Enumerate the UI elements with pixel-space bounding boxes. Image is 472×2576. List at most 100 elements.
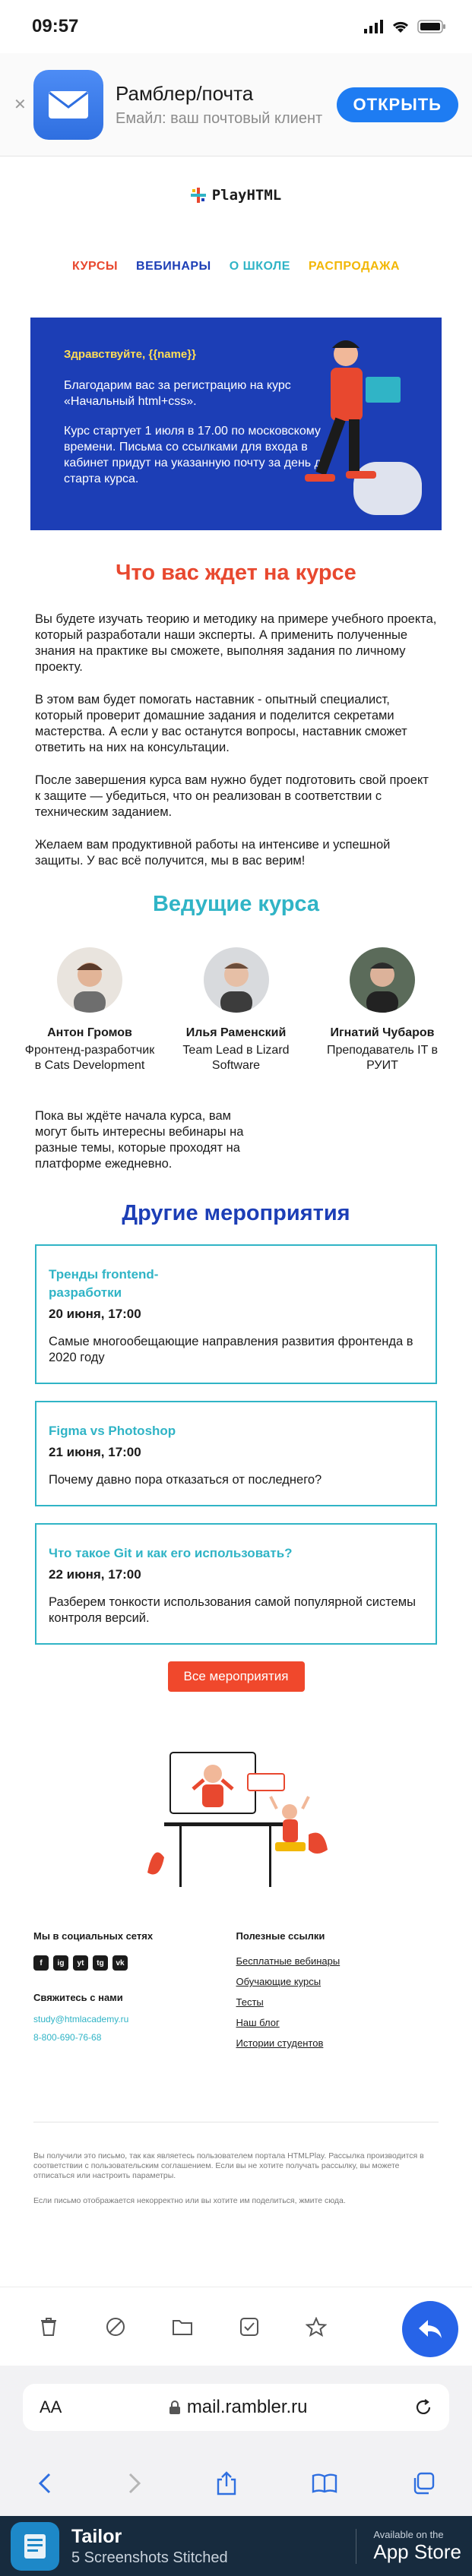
- top-nav: КУРСЫ ВЕБИНАРЫ О ШКОЛЕ РАСПРОДАЖА: [0, 260, 472, 273]
- speaker-role: Фронтенд-разработчик в Cats Development: [24, 1044, 155, 1072]
- event-tag[interactable]: Тренды frontend-разработки: [49, 1266, 216, 1302]
- footer-link[interactable]: Тесты: [236, 1996, 439, 2008]
- speaker-role: Преподаватель IT в РУИТ: [326, 1044, 439, 1072]
- tailor-text: Tailor 5 Screenshots Stitched: [71, 2526, 228, 2567]
- reload-icon[interactable]: [414, 2398, 432, 2416]
- event-card[interactable]: Что такое Git и как его использовать? 22…: [35, 1523, 437, 1645]
- tabs-icon[interactable]: [412, 2472, 435, 2495]
- lock-icon: [169, 2401, 180, 2414]
- open-app-button[interactable]: ОТКРЫТЬ: [336, 87, 458, 122]
- expect-paragraph: После завершения курса вам нужно будет п…: [35, 773, 429, 819]
- avatar: [57, 947, 122, 1013]
- tailor-subtitle: 5 Screenshots Stitched: [71, 2549, 228, 2566]
- status-bar: 09:57: [0, 0, 472, 53]
- speaker-name: Илья Раменский: [185, 1026, 287, 1039]
- hero-banner: Здравствуйте, {{name}} Благодарим вас за…: [30, 318, 442, 530]
- browser-toolbar: [0, 2451, 472, 2516]
- star-icon[interactable]: [283, 2316, 350, 2337]
- event-date: 20 июня, 17:00: [49, 1307, 141, 1321]
- battery-icon: [417, 20, 445, 33]
- tailor-title: Tailor: [71, 2525, 122, 2547]
- wifi-icon: [392, 21, 409, 33]
- footer-link[interactable]: Истории студентов: [236, 2037, 439, 2049]
- forward-icon[interactable]: [127, 2473, 142, 2494]
- app-store-available: Available on the: [373, 2528, 444, 2540]
- vk-icon[interactable]: vk: [112, 1955, 128, 1971]
- footer: Мы в социальных сетях f ig yt tg vk Свяж…: [0, 1930, 472, 2058]
- reply-button[interactable]: [402, 2301, 458, 2357]
- all-events-button[interactable]: Все мероприятия: [167, 1661, 305, 1692]
- share-icon[interactable]: [216, 2471, 237, 2495]
- nav-item-courses[interactable]: КУРСЫ: [72, 260, 118, 273]
- legal-text: Вы получили это письмо, так как являетес…: [33, 2151, 424, 2180]
- contact-heading: Свяжитесь с нами: [33, 1992, 123, 2003]
- event-card[interactable]: Figma vs Photoshop 21 июня, 17:00 Почему…: [35, 1401, 437, 1506]
- spam-icon[interactable]: [82, 2317, 149, 2337]
- events-title: Другие мероприятия: [122, 1201, 350, 1225]
- banner-subtitle: Емайл: ваш почтовый клиент: [116, 109, 323, 127]
- delete-icon[interactable]: [15, 2317, 82, 2337]
- nav-item-sale[interactable]: РАСПРОДАЖА: [309, 260, 400, 273]
- instagram-icon[interactable]: ig: [53, 1955, 68, 1971]
- close-icon[interactable]: ✕: [14, 95, 33, 114]
- event-card[interactable]: Тренды frontend-разработки 20 июня, 17:0…: [35, 1244, 437, 1384]
- url-text: mail.rambler.ru: [186, 2397, 308, 2417]
- speakers-title: Ведущие курса: [152, 892, 320, 916]
- avatar: [350, 947, 415, 1013]
- bookmarks-icon[interactable]: [312, 2473, 337, 2493]
- footer-link[interactable]: Наш блог: [236, 2017, 439, 2028]
- signal-icon: [364, 20, 383, 33]
- footer-illustration: [0, 1743, 472, 1895]
- envelope-icon: [49, 90, 88, 119]
- event-description: Почему давно пора отказаться от последне…: [49, 1473, 322, 1487]
- event-description: Разберем тонкости использования самой по…: [49, 1595, 416, 1625]
- url-display[interactable]: mail.rambler.ru: [169, 2397, 308, 2418]
- status-time: 09:57: [32, 16, 79, 36]
- legal-notice: Вы получили это письмо, так как являетес…: [33, 2122, 439, 2206]
- facebook-icon[interactable]: f: [33, 1955, 49, 1971]
- tailor-watermark-banner: Tailor 5 Screenshots Stitched Available …: [0, 2516, 472, 2576]
- event-tag[interactable]: Figma vs Photoshop: [49, 1422, 423, 1440]
- avatar: [203, 947, 269, 1013]
- speaker-role: Team Lead в Lizard Software: [182, 1044, 290, 1072]
- footer-contacts: Мы в социальных сетях f ig yt tg vk Свяж…: [33, 1930, 236, 2058]
- expect-title: Что вас ждет на курсе: [116, 561, 356, 585]
- social-links: f ig yt tg vk: [33, 1955, 236, 1971]
- mail-action-toolbar: [0, 2287, 472, 2366]
- speaker-card: Антон Громов Фронтенд-разработчик в Cats…: [21, 947, 158, 1073]
- back-icon[interactable]: [37, 2473, 52, 2494]
- footer-link[interactable]: Обучающие курсы: [236, 1976, 439, 1987]
- events-list: Тренды frontend-разработки 20 июня, 17:0…: [0, 1244, 472, 1692]
- rambler-mail-app-icon: [33, 69, 103, 140]
- speaker-card: Илья Раменский Team Lead в Lizard Softwa…: [168, 947, 305, 1073]
- contact-phone[interactable]: 8-800-690-76-68: [33, 2032, 236, 2043]
- social-heading: Мы в социальных сетях: [33, 1930, 154, 1942]
- event-date: 22 июня, 17:00: [49, 1567, 141, 1582]
- expect-paragraph: В этом вам будет помогать наставник - оп…: [35, 693, 407, 754]
- logo-text: PlayHTML: [211, 187, 282, 204]
- event-description: Самые многообещающие направления развити…: [49, 1335, 413, 1364]
- expect-text: Вы будете изучать теорию и методику на п…: [0, 612, 472, 869]
- folder-icon[interactable]: [149, 2318, 216, 2336]
- tailor-app-icon: [11, 2521, 59, 2571]
- text-size-button[interactable]: AA: [40, 2397, 62, 2417]
- speaker-name: Антон Громов: [47, 1026, 132, 1039]
- waiting-text: Пока вы ждёте начала курса, вам могут бы…: [35, 1109, 244, 1171]
- app-banner: ✕ Рамблер/почта Емайл: ваш почтовый клие…: [0, 53, 472, 156]
- event-date: 21 июня, 17:00: [49, 1445, 141, 1459]
- banner-text: Рамблер/почта Емайл: ваш почтовый клиент: [116, 82, 337, 128]
- mark-read-icon[interactable]: [216, 2317, 283, 2337]
- event-tag[interactable]: Что такое Git и как его использовать?: [49, 1544, 423, 1563]
- address-field[interactable]: AA mail.rambler.ru: [23, 2384, 449, 2431]
- telegram-icon[interactable]: tg: [93, 1955, 108, 1971]
- speakers-list: Антон Громов Фронтенд-разработчик в Cats…: [0, 947, 472, 1073]
- email-body: PlayHTML КУРСЫ ВЕБИНАРЫ О ШКОЛЕ РАСПРОДА…: [0, 187, 472, 2206]
- youtube-icon[interactable]: yt: [73, 1955, 88, 1971]
- contact-email[interactable]: study@htmlacademy.ru: [33, 2014, 236, 2024]
- speaker-card: Игнатий Чубаров Преподаватель IT в РУИТ: [314, 947, 451, 1073]
- footer-link[interactable]: Бесплатные вебинары: [236, 1955, 439, 1967]
- app-store-badge[interactable]: Available on the App Store: [356, 2528, 461, 2564]
- nav-item-about[interactable]: О ШКОЛЕ: [230, 260, 290, 273]
- logo[interactable]: PlayHTML: [0, 187, 472, 204]
- nav-item-webinars[interactable]: ВЕБИНАРЫ: [136, 260, 211, 273]
